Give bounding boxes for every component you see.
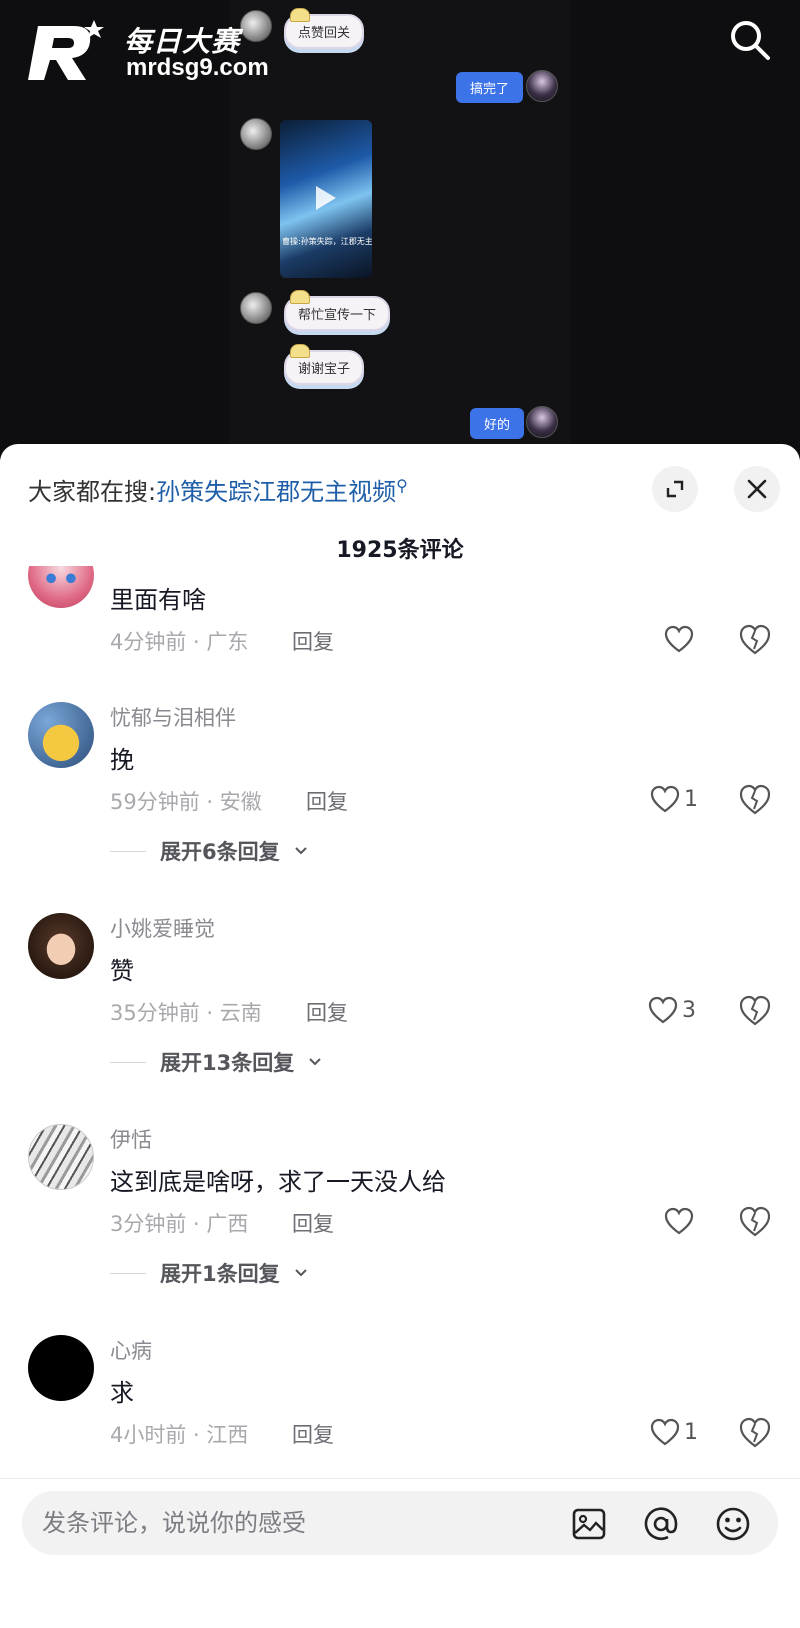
comment-count-title: 1925条评论 [336, 538, 464, 563]
emoji-icon[interactable] [714, 1505, 752, 1543]
like-button[interactable] [664, 622, 694, 656]
comment-text: 求 [110, 1379, 134, 1407]
comment-time-location: 59分钟前 · 安徽 [110, 790, 262, 814]
comment-username[interactable]: 心病 [110, 1335, 152, 1365]
user-avatar[interactable] [28, 1335, 94, 1401]
user-avatar[interactable] [28, 702, 94, 768]
comment-text: 挽 [110, 746, 134, 774]
comment-input-bar [0, 1478, 800, 1628]
logo-url: mrdsg9.com [126, 54, 269, 81]
trending-search-prefix: 大家都在搜: [28, 478, 157, 506]
like-button[interactable]: 1 [650, 782, 698, 816]
sticker-message: 点赞回关 [284, 8, 365, 49]
trending-search-keyword[interactable]: 孙策失踪江郡无主视频 [156, 478, 396, 506]
heart-icon [650, 785, 680, 813]
search-icon[interactable] [728, 18, 772, 62]
comment-time-location: 3分钟前 · 广西 [110, 1212, 249, 1236]
close-button[interactable] [734, 466, 780, 512]
expand-replies-label: 展开1条回复 [160, 1262, 280, 1286]
shared-video-thumbnail[interactable]: 曹操:孙策失踪，江郡无主 [280, 120, 372, 278]
comment-text: 里面有啥 [110, 586, 206, 614]
heart-icon [664, 625, 694, 653]
comment-sheet: 大家都在搜:孙策失踪江郡无主视频⚲ 1925条评论 里面有啥 4分钟前 · 广东… [0, 444, 800, 1628]
expand-sheet-button[interactable] [652, 466, 698, 512]
reply-button[interactable]: 回复 [292, 1419, 334, 1449]
friend-avatar [240, 118, 272, 150]
comment-time-location: 35分钟前 · 云南 [110, 1001, 262, 1025]
mention-icon[interactable] [642, 1505, 680, 1543]
play-icon [316, 186, 336, 210]
like-count: 3 [682, 997, 696, 1023]
heart-icon [648, 996, 678, 1024]
comment-time-location: 4小时前 · 江西 [110, 1423, 249, 1447]
friend-avatar [240, 292, 272, 324]
reply-button[interactable]: 回复 [292, 626, 334, 656]
close-icon [747, 479, 767, 499]
my-avatar [526, 70, 558, 102]
dislike-icon[interactable] [738, 1415, 772, 1449]
comment-list[interactable]: 里面有啥 4分钟前 · 广东 回复 忧郁与泪相伴 挽 59分钟前 · 安徽 回复… [0, 566, 800, 1468]
heart-icon [650, 1418, 680, 1446]
expand-replies-label: 展开6条回复 [160, 840, 280, 864]
reply-button[interactable]: 回复 [306, 997, 348, 1027]
my-avatar [526, 406, 558, 438]
sticker-message: 帮忙宣传一下 [284, 290, 391, 331]
expand-replies-label: 展开13条回复 [160, 1051, 295, 1075]
like-button[interactable] [664, 1204, 694, 1238]
user-avatar[interactable] [28, 913, 94, 979]
like-button[interactable]: 3 [648, 993, 696, 1027]
comment-username[interactable]: 忧郁与泪相伴 [110, 702, 236, 732]
video-background[interactable]: 点赞回关 搞完了 帮忙宣传一下 谢谢宝子 好的 曹操:孙策失踪，江郡无主 每日大… [0, 0, 800, 460]
comment-input[interactable] [42, 1501, 542, 1545]
reply-button[interactable]: 回复 [292, 1208, 334, 1238]
user-avatar[interactable] [28, 566, 94, 608]
comment-username[interactable]: 小姚爱睡觉 [110, 913, 215, 943]
comment-time-location: 4分钟前 · 广东 [110, 630, 249, 654]
my-message: 好的 [470, 408, 525, 439]
logo-r-icon [28, 20, 104, 80]
image-icon[interactable] [570, 1505, 608, 1543]
chevron-down-icon [294, 847, 307, 855]
like-count: 1 [684, 1419, 698, 1445]
expand-icon [666, 480, 684, 498]
like-button[interactable]: 1 [650, 1415, 698, 1449]
reply-button[interactable]: 回复 [306, 786, 348, 816]
divider-line [110, 1272, 146, 1274]
dislike-icon[interactable] [738, 782, 772, 816]
comment-text: 赞 [110, 957, 134, 985]
dislike-icon[interactable] [738, 1204, 772, 1238]
divider-line [110, 1061, 146, 1063]
comment-username[interactable]: 伊恬 [110, 1124, 152, 1154]
heart-icon [664, 1207, 694, 1235]
trending-search-link[interactable]: 大家都在搜:孙策失踪江郡无主视频⚲ [28, 472, 408, 507]
dislike-icon[interactable] [738, 622, 772, 656]
my-message: 搞完了 [456, 72, 524, 103]
dislike-icon[interactable] [738, 993, 772, 1027]
expand-replies-button[interactable]: 展开1条回复 [110, 1258, 308, 1288]
chevron-down-icon [309, 1058, 321, 1066]
like-count: 1 [684, 786, 698, 812]
chevron-down-icon [294, 1269, 307, 1277]
sticker-message: 谢谢宝子 [284, 344, 365, 385]
small-search-icon: ⚲ [396, 476, 408, 495]
watermark-logo: 每日大赛 mrdsg9.com [24, 14, 294, 84]
comment-text: 这到底是啥呀，求了一天没人给 [110, 1168, 446, 1196]
comment-input-container[interactable] [22, 1491, 778, 1555]
expand-replies-button[interactable]: 展开13条回复 [110, 1047, 322, 1077]
expand-replies-button[interactable]: 展开6条回复 [110, 836, 308, 866]
video-caption: 曹操:孙策失踪，江郡无主 [282, 237, 372, 246]
user-avatar[interactable] [28, 1124, 94, 1190]
divider-line [110, 850, 146, 852]
